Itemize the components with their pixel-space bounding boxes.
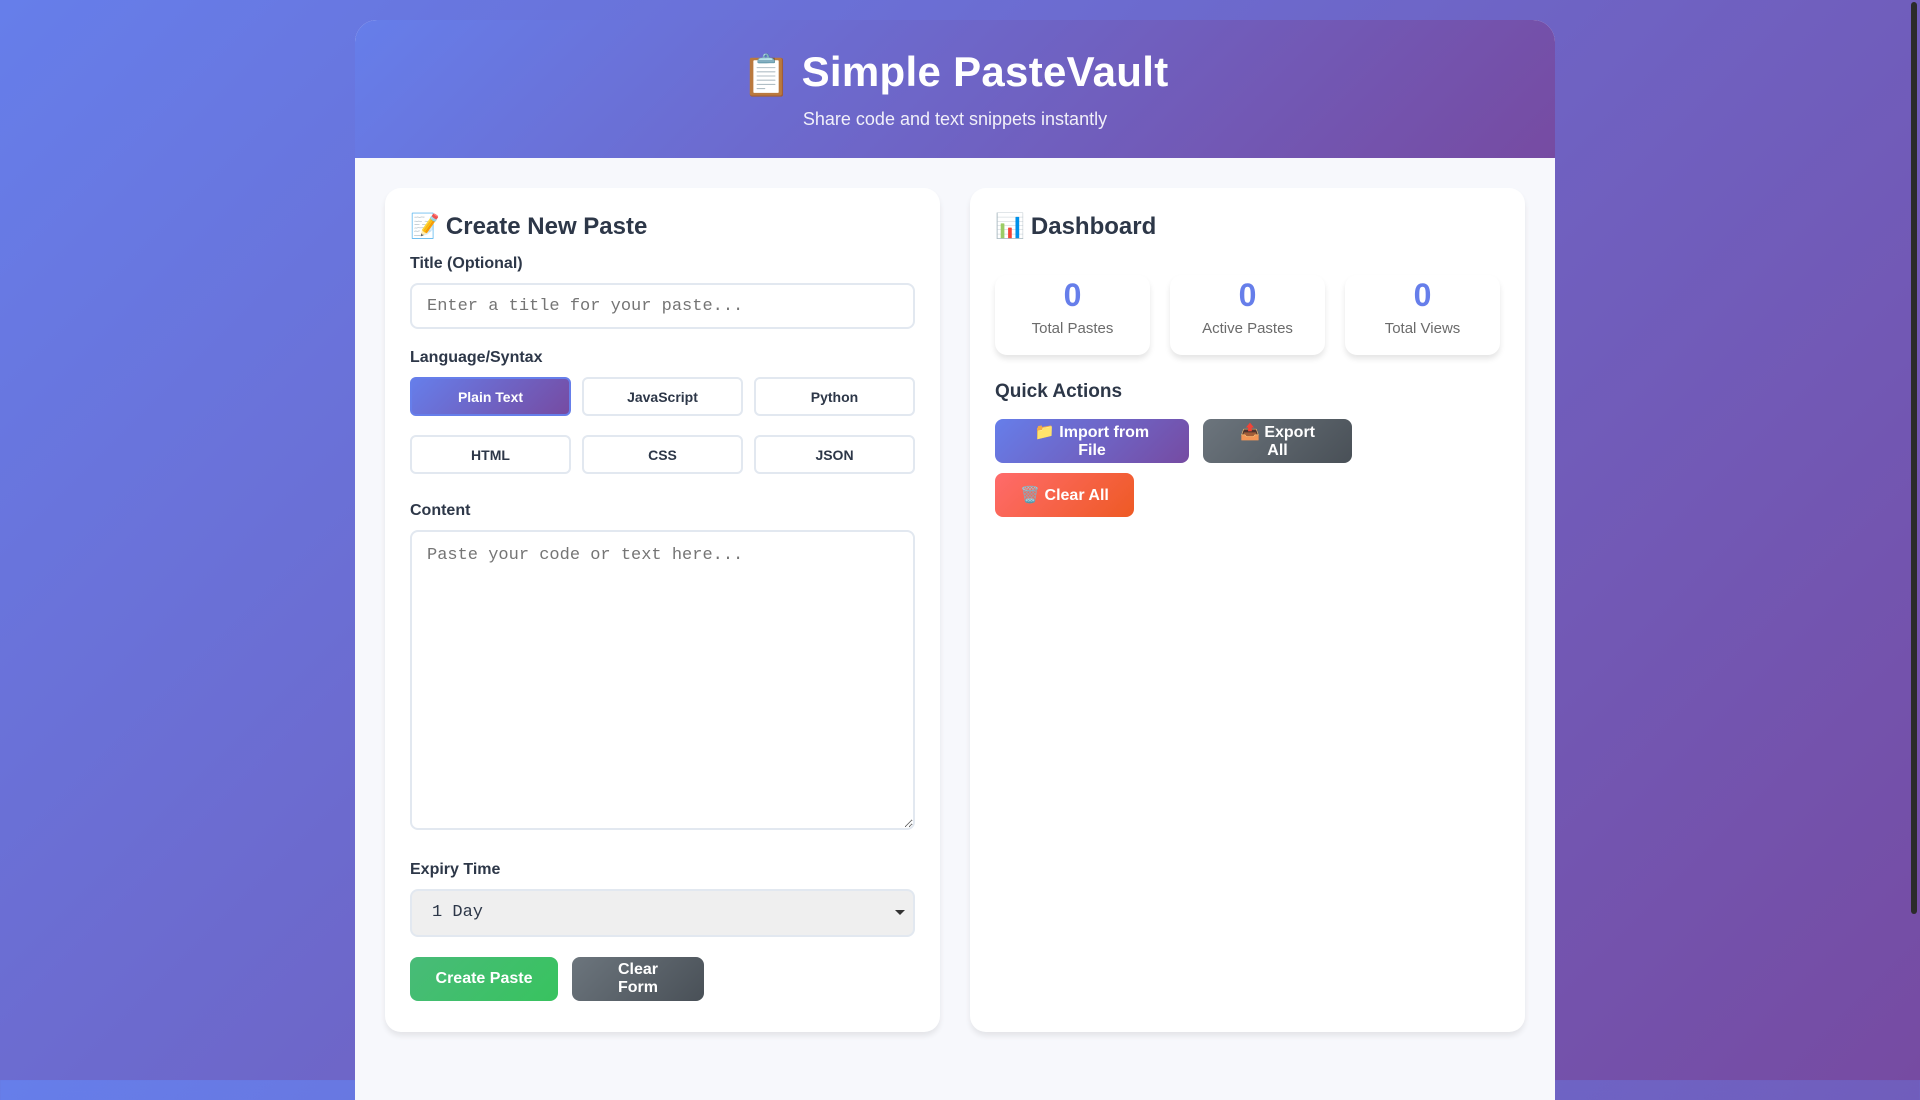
create-paste-heading-text: Create New Paste — [445, 213, 648, 240]
content-label: Content — [410, 502, 471, 519]
export-all-button[interactable]: 📤 Export All — [1203, 419, 1352, 463]
app-header: 📋 Simple PasteVault Share code and text s… — [355, 20, 1555, 158]
create-paste-button[interactable]: Create Paste — [410, 957, 558, 1001]
stat-label: Active Pastes — [1202, 320, 1293, 337]
app-subtitle: Share code and text snippets instantly — [802, 109, 1108, 129]
content-textarea[interactable] — [410, 530, 915, 830]
clear-all-button[interactable]: 🗑️ Clear All — [995, 473, 1134, 517]
language-selector: Plain Text JavaScript Python HTML CSS JS… — [410, 377, 915, 474]
language-html-button[interactable]: HTML — [410, 435, 571, 474]
dashboard-heading: 📊 Dashboard — [995, 212, 1500, 241]
stat-label: Total Views — [1384, 320, 1461, 337]
language-python-button[interactable]: Python — [754, 377, 915, 416]
memo-icon: 📝 — [410, 213, 440, 240]
expiry-label: Expiry Time — [410, 861, 501, 878]
scrollbar-thumb[interactable] — [1911, 2, 1917, 914]
title-input[interactable] — [410, 283, 915, 329]
stat-total-views: 0 Total Views — [1345, 275, 1500, 355]
clear-form-button[interactable]: Clear Form — [572, 957, 704, 1001]
app-title: 📋 Simple PasteVault — [355, 48, 1555, 99]
language-label: Language/Syntax — [410, 349, 543, 366]
create-paste-heading: 📝 Create New Paste — [410, 212, 915, 241]
stat-value: 0 — [1413, 277, 1432, 313]
stat-value: 0 — [1063, 277, 1082, 313]
dashboard-heading-text: Dashboard — [1030, 213, 1157, 240]
main-content: 📝Create New Paste Title (Optional) Langu… — [355, 158, 1555, 1032]
language-json-button[interactable]: JSON — [754, 435, 915, 474]
app-container: 📋 Simple PasteVault Share code and text s… — [355, 20, 1555, 1100]
title-label: Title (Optional) — [410, 255, 523, 272]
quick-actions-row-2: 🗑️ Clear All — [995, 473, 1500, 517]
stat-label: Total Pastes — [1031, 320, 1114, 337]
page-scrollbar[interactable] — [1908, 0, 1920, 1080]
create-paste-card: 📝Create New Paste Title (Optional) Langu… — [385, 188, 940, 1032]
stat-active-pastes: 0 Active Pastes — [1170, 275, 1325, 355]
import-from-file-button[interactable]: 📁 Import from File — [995, 419, 1189, 463]
form-actions: Create Paste Clear Form — [410, 957, 915, 1001]
language-css-button[interactable]: CSS — [582, 435, 743, 474]
bar-chart-icon: 📊 — [995, 213, 1025, 240]
clipboard-icon: 📋 — [741, 54, 792, 98]
stats-row: 0 Total Pastes 0 Active Pastes 0 Total V… — [995, 275, 1500, 355]
quick-actions-row: 📁 Import from File 📤 Export All — [995, 419, 1500, 463]
dashboard-card: 📊 Dashboard 0 Total Pastes 0 Active Paste… — [970, 188, 1525, 1032]
chevron-down-icon — [895, 910, 905, 915]
stat-value: 0 — [1238, 277, 1257, 313]
app-title-text: Simple PasteVault — [801, 48, 1169, 95]
language-plain-text-button[interactable]: Plain Text — [410, 377, 571, 416]
language-javascript-button[interactable]: JavaScript — [582, 377, 743, 416]
expiry-select-value[interactable]: 1 Day — [410, 889, 915, 937]
stat-total-pastes: 0 Total Pastes — [995, 275, 1150, 355]
expiry-select[interactable]: 1 Day — [410, 889, 915, 937]
quick-actions-heading: Quick Actions — [995, 381, 1123, 402]
